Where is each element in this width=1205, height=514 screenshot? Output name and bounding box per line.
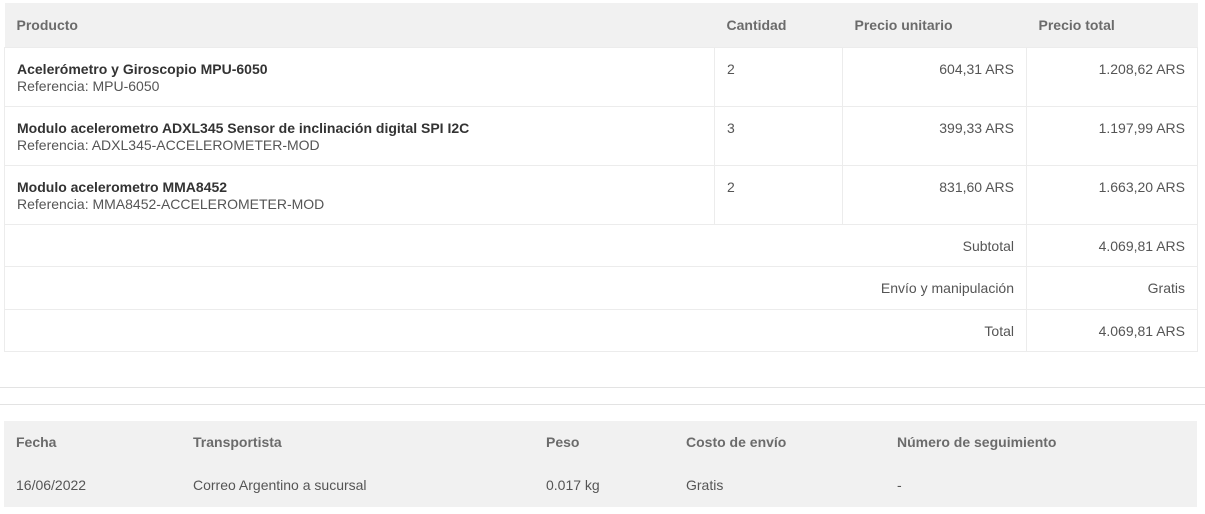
shipping-carrier: Correo Argentino a sucursal <box>193 477 367 493</box>
product-cell: Acelerómetro y Giroscopio MPU-6050 Refer… <box>4 47 715 107</box>
subtotal-label: Subtotal <box>4 224 1027 267</box>
product-quantity: 2 <box>714 47 843 107</box>
product-row: Modulo acelerometro ADXL345 Sensor de in… <box>4 106 1198 166</box>
product-quantity: 3 <box>714 106 843 166</box>
total-label: Total <box>4 309 1027 352</box>
header-tracking-number: Número de seguimiento <box>897 434 1057 450</box>
product-unit-price: 831,60 ARS <box>842 165 1027 225</box>
product-cell: Modulo acelerometro MMA8452 Referencia: … <box>4 165 715 225</box>
header-quantity: Cantidad <box>714 3 843 48</box>
product-total-price: 1.197,99 ARS <box>1026 106 1198 166</box>
product-row: Acelerómetro y Giroscopio MPU-6050 Refer… <box>4 47 1198 107</box>
shipping-cost: Gratis <box>686 477 724 493</box>
products-header-row: Producto Cantidad Precio unitario Precio… <box>4 3 1198 48</box>
subtotal-value: 4.069,81 ARS <box>1026 224 1198 267</box>
shipping-date: 16/06/2022 <box>16 477 87 493</box>
shipping-handling-row: Envío y manipulación Gratis <box>4 266 1198 310</box>
header-unit-price: Precio unitario <box>842 3 1027 48</box>
product-row: Modulo acelerometro MMA8452 Referencia: … <box>4 165 1198 225</box>
product-reference: Referencia: MPU-6050 <box>17 78 160 94</box>
header-carrier: Transportista <box>193 434 282 450</box>
shipping-header-row: Fecha Transportista Peso Costo de envío … <box>4 421 1197 463</box>
product-name: Modulo acelerometro ADXL345 Sensor de in… <box>17 120 470 136</box>
divider <box>0 387 1205 388</box>
header-product: Producto <box>4 3 715 48</box>
total-row: Total 4.069,81 ARS <box>4 309 1198 352</box>
order-details: Producto Cantidad Precio unitario Precio… <box>0 0 1205 514</box>
product-cell: Modulo acelerometro ADXL345 Sensor de in… <box>4 106 715 166</box>
product-total-price: 1.208,62 ARS <box>1026 47 1198 107</box>
product-quantity: 2 <box>714 165 843 225</box>
product-unit-price: 604,31 ARS <box>842 47 1027 107</box>
header-date: Fecha <box>16 434 57 450</box>
header-total-price: Precio total <box>1026 3 1198 48</box>
product-name: Modulo acelerometro MMA8452 <box>17 179 228 195</box>
total-value: 4.069,81 ARS <box>1026 309 1198 352</box>
order-products-table: Producto Cantidad Precio unitario Precio… <box>4 3 1198 352</box>
subtotal-row: Subtotal 4.069,81 ARS <box>4 224 1198 267</box>
product-reference: Referencia: ADXL345-ACCELEROMETER-MOD <box>17 137 320 153</box>
shipping-row: 16/06/2022 Correo Argentino a sucursal 0… <box>4 463 1197 507</box>
product-unit-price: 399,33 ARS <box>842 106 1027 166</box>
header-weight: Peso <box>546 434 580 450</box>
shipping-table: Fecha Transportista Peso Costo de envío … <box>4 421 1197 507</box>
product-reference: Referencia: MMA8452-ACCELEROMETER-MOD <box>17 196 325 212</box>
tracking-number: - <box>897 477 902 493</box>
shipping-handling-value: Gratis <box>1026 266 1198 310</box>
shipping-handling-label: Envío y manipulación <box>4 266 1027 310</box>
header-shipping-cost: Costo de envío <box>686 434 787 450</box>
product-name: Acelerómetro y Giroscopio MPU-6050 <box>17 61 268 77</box>
product-total-price: 1.663,20 ARS <box>1026 165 1198 225</box>
shipping-weight: 0.017 kg <box>546 477 600 493</box>
divider <box>0 404 1205 405</box>
